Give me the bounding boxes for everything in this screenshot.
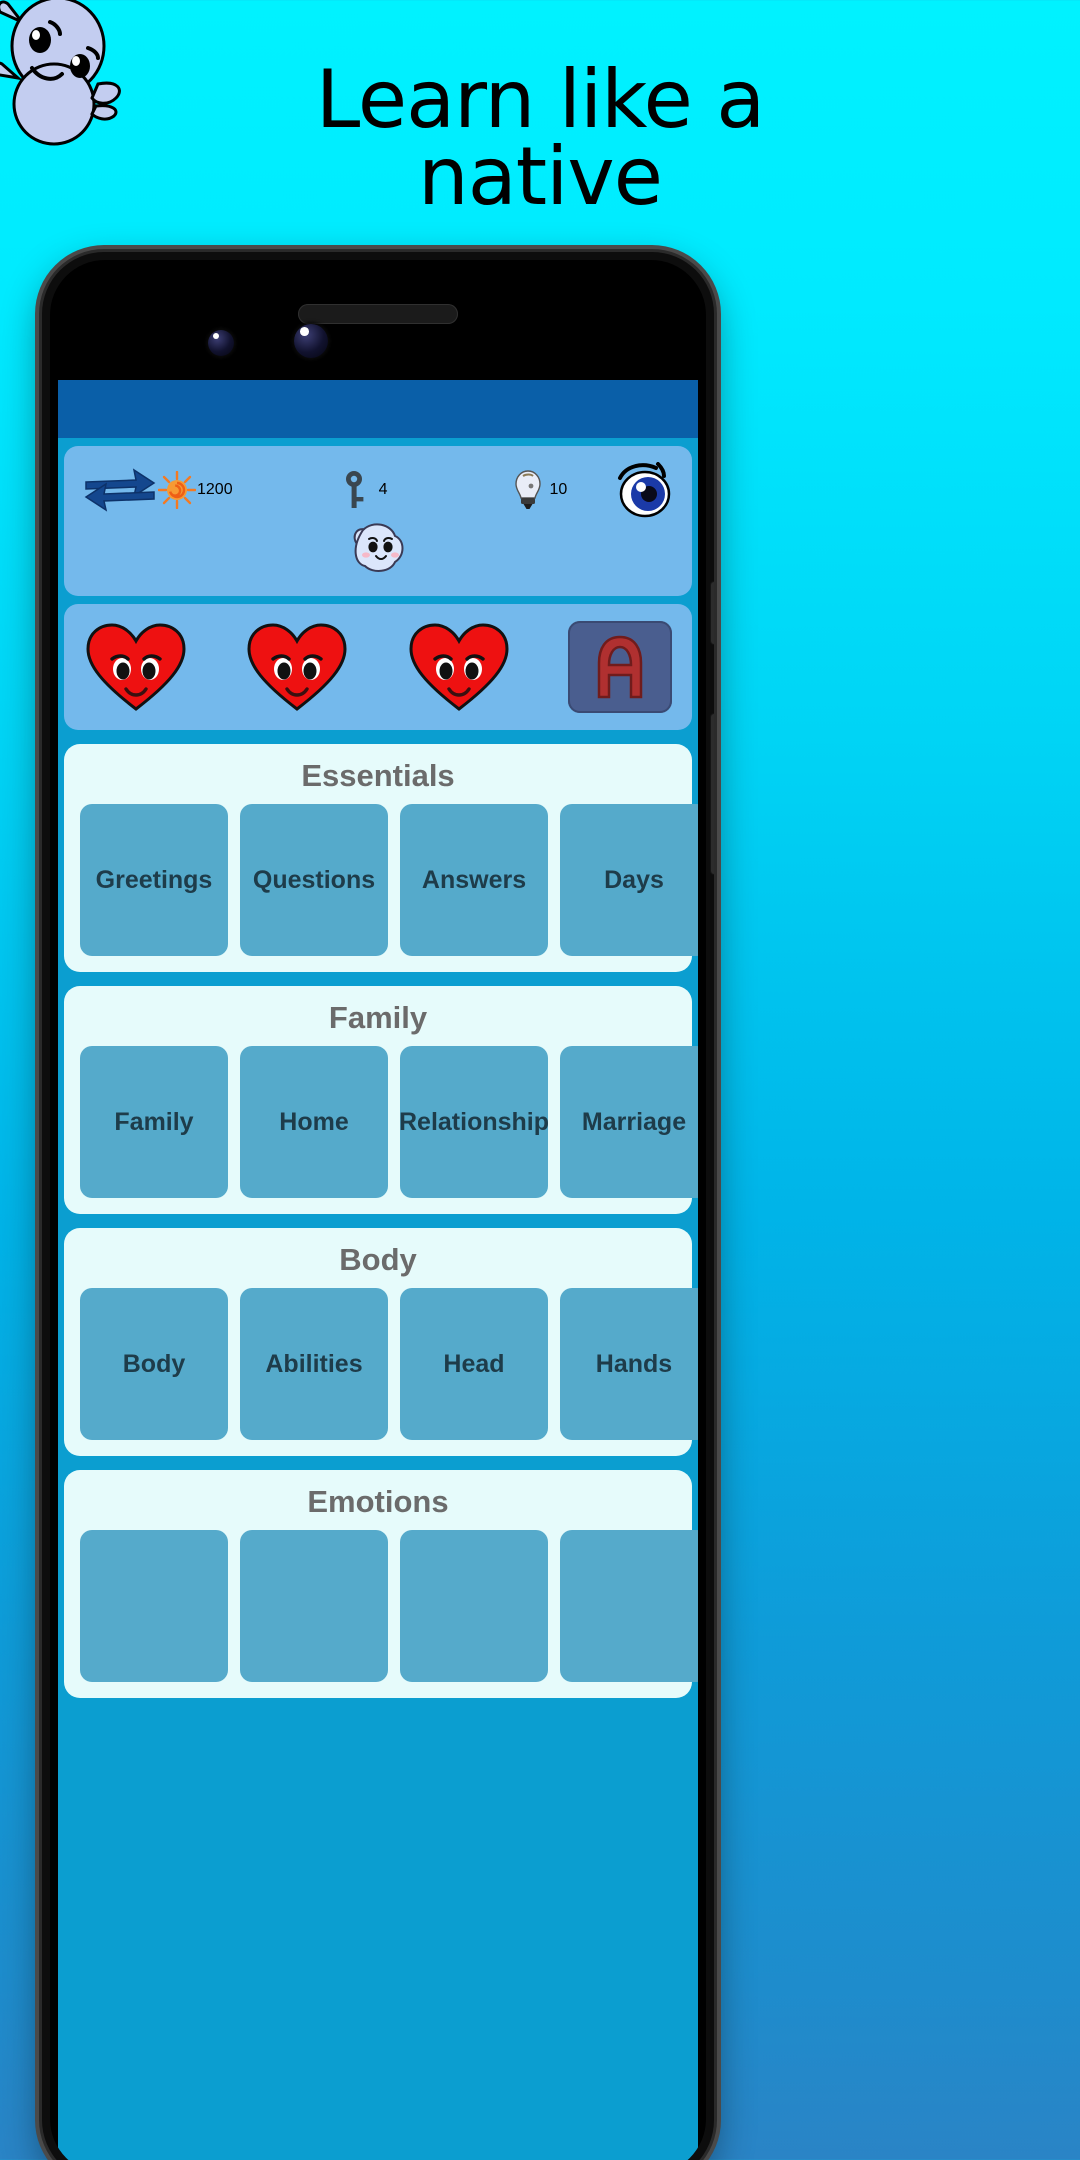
lesson-tile[interactable]: Abilities <box>240 1288 388 1440</box>
lesson-tile[interactable]: Body <box>80 1288 228 1440</box>
hero-title-line2: native <box>418 129 663 223</box>
swap-arrows-icon[interactable] <box>82 468 158 512</box>
page-title: Learn like a native <box>0 53 1080 223</box>
eye-avatar-icon[interactable] <box>612 462 674 518</box>
app-screen: 1200 4 10 Essentials Greetings Questions… <box>58 380 698 2160</box>
category-tile-row[interactable]: Family Home Relationship Marriage <box>64 1046 698 1198</box>
bulb-icon <box>514 469 542 511</box>
lesson-tile[interactable]: Marriage <box>560 1046 698 1198</box>
hero-title-line1: Learn like a <box>315 53 766 146</box>
letter-a-icon[interactable] <box>567 621 672 713</box>
lesson-tile[interactable] <box>80 1530 228 1682</box>
heart-face-icon <box>245 621 349 713</box>
category-title: Body <box>339 1242 417 1277</box>
category-card: Essentials Greetings Questions Answers D… <box>64 744 698 972</box>
category-card: Family Family Home Relationship Marriage <box>64 986 698 1214</box>
app-toolbar <box>58 380 698 438</box>
lesson-tile[interactable]: Head <box>400 1288 548 1440</box>
category-title: Emotions <box>307 1484 449 1519</box>
category-tile-row[interactable]: Greetings Questions Answers Days <box>64 804 698 956</box>
lesson-tile[interactable]: Hands <box>560 1288 698 1440</box>
lesson-tile[interactable]: Home <box>240 1046 388 1198</box>
stats-panel: 1200 4 10 <box>64 446 692 596</box>
category-tile-row[interactable]: Body Abilities Head Hands <box>64 1288 698 1440</box>
coins-value: 1200 <box>197 481 233 498</box>
lesson-tile[interactable]: Relationship <box>400 1046 548 1198</box>
keys-value: 4 <box>378 481 388 498</box>
category-title: Essentials <box>301 758 455 793</box>
category-card: Body Body Abilities Head Hands <box>64 1228 698 1456</box>
front-camera-icon <box>208 330 234 356</box>
sun-icon <box>157 470 197 510</box>
hints-value: 10 <box>549 481 568 498</box>
key-icon <box>343 470 369 510</box>
lesson-tile[interactable]: Answers <box>400 804 548 956</box>
heart-face-icon <box>407 621 511 713</box>
phone-mockup: 1200 4 10 Essentials Greetings Questions… <box>42 252 714 2160</box>
volume-button-icon[interactable] <box>711 714 714 874</box>
lesson-tile[interactable] <box>560 1530 698 1682</box>
earpiece-speaker-icon <box>298 304 458 324</box>
cloud-mascot-icon[interactable] <box>347 522 409 578</box>
lives-panel <box>64 604 692 730</box>
category-tile-row[interactable] <box>64 1530 698 1682</box>
lesson-tile[interactable] <box>400 1530 548 1682</box>
front-camera-icon <box>294 324 328 358</box>
phone-screen-bezel: 1200 4 10 Essentials Greetings Questions… <box>50 260 706 2160</box>
category-card: Emotions <box>64 1470 698 1698</box>
heart-face-icon <box>84 621 188 713</box>
lesson-tile[interactable]: Days <box>560 804 698 956</box>
lesson-tile[interactable]: Questions <box>240 804 388 956</box>
volume-button-icon[interactable] <box>711 582 714 644</box>
category-title: Family <box>328 1000 428 1035</box>
lesson-tile[interactable] <box>240 1530 388 1682</box>
lesson-tile[interactable]: Family <box>80 1046 228 1198</box>
lesson-tile[interactable]: Greetings <box>80 804 228 956</box>
